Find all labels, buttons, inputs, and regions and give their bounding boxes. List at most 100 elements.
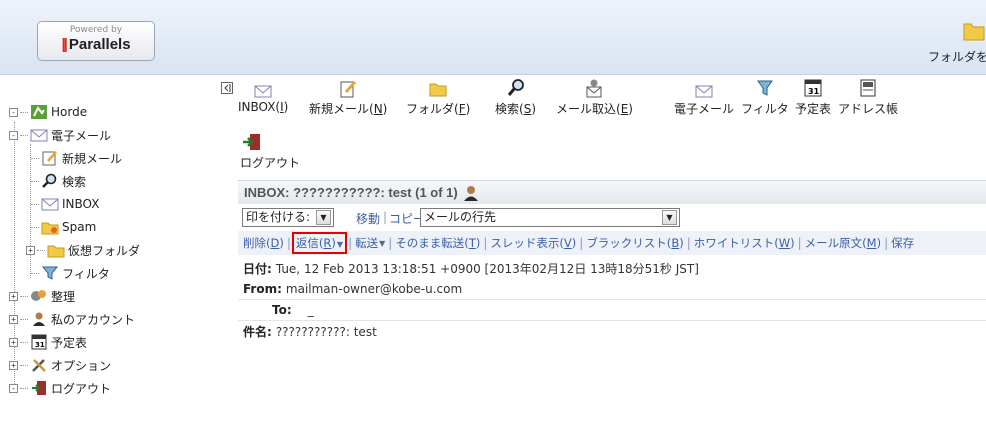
expand-toggle[interactable]: + <box>9 291 18 301</box>
message-title-bar: INBOX: ???????????: test (1 of 1) <box>238 180 986 204</box>
search-icon <box>41 173 59 189</box>
save-link[interactable]: 保存 <box>891 235 914 251</box>
toolbar-inbox-button[interactable]: INBOX(I) <box>238 78 288 114</box>
toolbar-compose-button[interactable]: 新規メール(N) <box>309 78 387 117</box>
sidebar: - Horde - 電子メール 新規メール 検索 INBOX Spam + 仮想… <box>0 76 234 442</box>
fetch-mail-icon <box>586 79 602 98</box>
contact-icon[interactable] <box>462 185 480 201</box>
from-value[interactable]: mailman-owner@kobe-u.com <box>286 282 462 296</box>
sidebar-item-label: Horde <box>51 105 88 119</box>
subject-label: 件名: <box>243 325 272 339</box>
header-date-row: 日付: Tue, 12 Feb 2013 13:18:51 +0900 [201… <box>238 258 986 279</box>
options-icon <box>30 357 48 373</box>
logout-icon <box>30 380 48 396</box>
sidebar-item-virtual-folders[interactable]: + 仮想フォルダ <box>26 239 140 261</box>
toolbar-addressbook-button[interactable]: アドレス帳 <box>838 78 898 117</box>
organize-icon <box>30 288 48 304</box>
calendar-icon: 31 <box>804 79 822 97</box>
filter-icon <box>41 265 59 281</box>
reply-dropdown-icon[interactable]: ▼ <box>337 240 343 249</box>
sidebar-item-label: オプション <box>51 358 112 373</box>
folder-icon <box>47 242 65 258</box>
message-command-row: 削除(D) | 返信(R)▼ | 転送 ▼ | そのまま転送(T) | スレッド表… <box>238 231 986 255</box>
collapse-sidebar-icon[interactable] <box>221 82 233 94</box>
folder-icon <box>429 83 447 97</box>
header-from-row: From: mailman-owner@kobe-u.com <box>238 279 986 300</box>
expand-toggle[interactable]: - <box>9 130 18 140</box>
view-source-link[interactable]: メール原文(M) <box>805 235 881 251</box>
sidebar-item-label: 整理 <box>51 289 76 304</box>
search-icon <box>507 79 524 96</box>
horde-icon <box>30 104 48 120</box>
mail-icon <box>30 127 48 143</box>
sidebar-item-compose[interactable]: 新規メール <box>31 147 122 169</box>
header-to-row: To: _ <box>238 300 986 321</box>
redirect-link[interactable]: そのまま転送(T) <box>395 235 480 251</box>
sidebar-item-organize[interactable]: + 整理 <box>9 285 75 307</box>
sidebar-item-options[interactable]: + オプション <box>9 354 111 376</box>
expand-toggle[interactable]: + <box>9 337 18 347</box>
expand-toggle[interactable]: + <box>26 245 35 255</box>
sidebar-item-logout[interactable]: - ログアウト <box>9 377 111 399</box>
expand-toggle[interactable]: + <box>9 314 18 324</box>
move-link[interactable]: 移動 <box>356 210 380 227</box>
logo-brand: || Parallels <box>61 36 131 53</box>
mail-icon <box>695 85 713 98</box>
sidebar-item-label: フィルタ <box>62 266 110 281</box>
mark-as-select[interactable]: 印を付ける: ▼ <box>242 208 334 227</box>
blacklist-link[interactable]: ブラックリスト(B) <box>586 235 683 251</box>
toolbar-filter-button[interactable]: フィルタ <box>741 78 789 117</box>
sidebar-item-my-account[interactable]: + 私のアカウント <box>9 308 135 330</box>
expand-toggle[interactable]: + <box>9 360 18 370</box>
sidebar-item-filter[interactable]: フィルタ <box>31 262 110 284</box>
sidebar-item-label: 仮想フォルダ <box>68 243 141 258</box>
main-toolbar: INBOX(I) 新規メール(N) フォルダ(F) 検索(S) メール取込(E)… <box>238 78 986 178</box>
expand-toggle[interactable]: - <box>9 383 18 393</box>
compose-icon <box>41 150 59 166</box>
message-headers: 日付: Tue, 12 Feb 2013 13:18:51 +0900 [201… <box>238 258 986 342</box>
filter-icon <box>756 80 773 96</box>
to-value[interactable]: _ <box>308 303 314 317</box>
header-folder-button[interactable]: フォルダを <box>926 20 986 70</box>
sidebar-item-label: 予定表 <box>51 335 88 350</box>
svg-text:31: 31 <box>35 341 45 349</box>
account-icon <box>30 311 48 327</box>
header-folder-label: フォルダを <box>928 50 986 64</box>
sidebar-item-label: 新規メール <box>62 151 123 166</box>
toolbar-fetch-mail-button[interactable]: メール取込(E) <box>556 78 633 117</box>
reply-link[interactable]: 返信(R) <box>296 236 336 250</box>
sidebar-item-label: 検索 <box>62 174 87 189</box>
toolbar-search-button[interactable]: 検索(S) <box>495 78 536 117</box>
toolbar-calendar-button[interactable]: 31 予定表 <box>795 78 831 117</box>
whitelist-link[interactable]: ホワイトリスト(W) <box>694 235 795 251</box>
sidebar-item-search[interactable]: 検索 <box>31 170 86 192</box>
toolbar-folders-button[interactable]: フォルダ(F) <box>406 78 470 117</box>
delete-link[interactable]: 削除(D) <box>243 235 284 251</box>
parallels-bars-icon: || <box>61 36 68 53</box>
toolbar-email-button[interactable]: 電子メール <box>674 78 734 117</box>
inbox-icon <box>254 85 272 98</box>
destination-folder-select[interactable]: メールの行先 ▼ <box>420 208 680 227</box>
logo-powered-text: Powered by <box>69 25 123 35</box>
reply-highlight-box: 返信(R)▼ <box>291 232 348 254</box>
parallels-logo[interactable]: Powered by || Parallels <box>37 21 155 61</box>
calendar-icon: 31 <box>30 334 48 350</box>
sidebar-item-calendar[interactable]: + 31 予定表 <box>9 331 87 353</box>
thread-view-link[interactable]: スレッド表示(V) <box>490 235 576 251</box>
folder-icon <box>963 23 985 41</box>
to-label: To: <box>272 303 292 317</box>
chevron-down-icon: ▼ <box>662 210 677 225</box>
expand-toggle[interactable]: - <box>9 107 18 117</box>
sidebar-item-horde[interactable]: - Horde <box>9 101 87 123</box>
sidebar-item-spam[interactable]: Spam <box>31 216 96 238</box>
sidebar-item-inbox[interactable]: INBOX <box>31 193 99 215</box>
toolbar-logout-button[interactable]: ログアウト <box>240 132 300 171</box>
date-value: Tue, 12 Feb 2013 13:18:51 +0900 [2013年02… <box>275 262 699 276</box>
subject-value: ???????????: test <box>275 324 377 339</box>
from-label: From: <box>243 282 282 296</box>
forward-link[interactable]: 転送 <box>355 235 378 251</box>
compose-icon <box>340 80 357 98</box>
spam-folder-icon <box>41 219 59 235</box>
sidebar-item-email[interactable]: - 電子メール <box>9 124 111 146</box>
forward-dropdown-icon[interactable]: ▼ <box>379 239 385 248</box>
